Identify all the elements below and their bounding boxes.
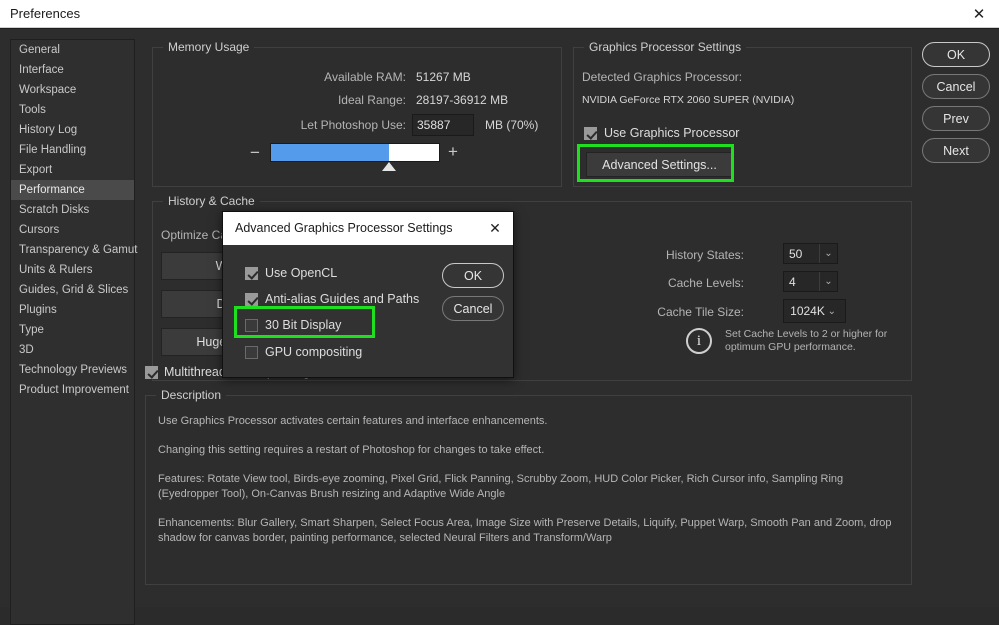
cache-info-line1: Set Cache Levels to 2 or higher for <box>725 328 887 340</box>
chevron-down-icon: ⌄ <box>819 244 837 263</box>
sidebar-item-scratch-disks[interactable]: Scratch Disks <box>11 200 134 220</box>
sidebar-item-transparency-gamut[interactable]: Transparency & Gamut <box>11 240 134 260</box>
description-paragraph-1: Use Graphics Processor activates certain… <box>158 414 898 429</box>
next-button[interactable]: Next <box>922 138 990 163</box>
cache-levels-dropdown[interactable]: 4 ⌄ <box>783 271 838 292</box>
ideal-range-label: Ideal Range: <box>153 93 406 107</box>
let-photoshop-use-label: Let Photoshop Use: <box>153 118 406 132</box>
info-icon: i <box>686 328 712 354</box>
cache-tile-size-value: 1024K <box>790 304 825 318</box>
sidebar-item-interface[interactable]: Interface <box>11 60 134 80</box>
sidebar-item-product-improvement[interactable]: Product Improvement <box>11 380 134 400</box>
sidebar-item-technology-previews[interactable]: Technology Previews <box>11 360 134 380</box>
cache-tile-size-label: Cache Tile Size: <box>593 305 744 319</box>
advanced-graphics-dialog: Advanced Graphics Processor Settings ✕ U… <box>222 211 514 378</box>
sidebar-item-performance[interactable]: Performance <box>11 180 134 200</box>
cache-info-line2: optimum GPU performance. <box>725 341 856 353</box>
dialog-close-icon[interactable]: ✕ <box>484 218 506 238</box>
window-titlebar: Preferences ✕ <box>0 0 999 28</box>
memory-slider-fill <box>271 144 389 161</box>
memory-slider-thumb[interactable] <box>382 162 396 171</box>
sidebar-item-units-rulers[interactable]: Units & Rulers <box>11 260 134 280</box>
memory-amount-input[interactable]: 35887 <box>412 114 474 136</box>
dialog-titlebar: Advanced Graphics Processor Settings ✕ <box>223 212 513 245</box>
history-states-value: 50 <box>784 247 819 261</box>
chevron-down-icon: ⌄ <box>825 300 839 322</box>
use-graphics-processor-label: Use Graphics Processor <box>604 126 739 140</box>
cache-tile-size-dropdown[interactable]: 1024K ⌄ <box>783 299 846 323</box>
ideal-range-value: 28197-36912 MB <box>416 93 508 107</box>
thirty-bit-display-checkbox[interactable] <box>245 319 258 332</box>
description-group: Description Use Graphics Processor activ… <box>145 395 912 585</box>
cache-levels-value: 4 <box>784 275 819 289</box>
history-states-dropdown[interactable]: 50 ⌄ <box>783 243 838 264</box>
memory-usage-label: Memory Usage <box>163 40 254 54</box>
dialog-body: Use OpenCL Anti-alias Guides and Paths 3… <box>223 245 513 379</box>
sidebar-item-guides-grid-slices[interactable]: Guides, Grid & Slices <box>11 280 134 300</box>
increase-memory-icon[interactable]: + <box>448 143 458 160</box>
memory-slider[interactable] <box>270 143 440 162</box>
advanced-settings-button[interactable]: Advanced Settings... <box>586 152 733 177</box>
window-title: Preferences <box>10 6 80 21</box>
prev-button[interactable]: Prev <box>922 106 990 131</box>
dialog-ok-button[interactable]: OK <box>442 263 504 288</box>
use-graphics-processor-checkbox[interactable] <box>584 127 597 140</box>
dialog-cancel-button[interactable]: Cancel <box>442 296 504 321</box>
decrease-memory-icon[interactable]: − <box>250 144 260 161</box>
cache-levels-label: Cache Levels: <box>593 276 744 290</box>
category-sidebar: GeneralInterfaceWorkspaceToolsHistory Lo… <box>10 39 135 625</box>
detected-gpu-value: NVIDIA GeForce RTX 2060 SUPER (NVIDIA) <box>582 94 794 106</box>
sidebar-item-cursors[interactable]: Cursors <box>11 220 134 240</box>
history-states-label: History States: <box>593 248 744 262</box>
graphics-processor-label: Graphics Processor Settings <box>584 40 746 54</box>
close-icon[interactable]: ✕ <box>967 3 991 25</box>
chevron-down-icon: ⌄ <box>819 272 837 291</box>
memory-percent-text: MB (70%) <box>485 118 538 132</box>
thirty-bit-display-label: 30 Bit Display <box>265 318 341 332</box>
ok-button[interactable]: OK <box>922 42 990 67</box>
sidebar-item-history-log[interactable]: History Log <box>11 120 134 140</box>
sidebar-item-file-handling[interactable]: File Handling <box>11 140 134 160</box>
description-paragraph-3: Features: Rotate View tool, Birds-eye zo… <box>158 472 898 502</box>
preferences-body: GeneralInterfaceWorkspaceToolsHistory Lo… <box>0 28 999 607</box>
sidebar-item-tools[interactable]: Tools <box>11 100 134 120</box>
sidebar-item-workspace[interactable]: Workspace <box>11 80 134 100</box>
description-label: Description <box>156 388 226 402</box>
memory-usage-group: Memory Usage Available RAM: 51267 MB Ide… <box>152 47 562 187</box>
gpu-compositing-checkbox[interactable] <box>245 346 258 359</box>
sidebar-item-3d[interactable]: 3D <box>11 340 134 360</box>
gpu-compositing-label: GPU compositing <box>265 345 362 359</box>
description-paragraph-2: Changing this setting requires a restart… <box>158 443 898 458</box>
cancel-button[interactable]: Cancel <box>922 74 990 99</box>
graphics-processor-group: Graphics Processor Settings Detected Gra… <box>573 47 912 187</box>
dialog-title: Advanced Graphics Processor Settings <box>235 221 452 235</box>
history-cache-label: History & Cache <box>163 194 260 208</box>
available-ram-label: Available RAM: <box>153 70 406 84</box>
multithreaded-compositing-checkbox[interactable] <box>145 366 158 379</box>
sidebar-item-type[interactable]: Type <box>11 320 134 340</box>
detected-gpu-label: Detected Graphics Processor: <box>582 70 742 84</box>
anti-alias-guides-checkbox[interactable] <box>245 293 258 306</box>
sidebar-item-export[interactable]: Export <box>11 160 134 180</box>
description-paragraph-4: Enhancements: Blur Gallery, Smart Sharpe… <box>158 516 898 546</box>
use-opencl-label: Use OpenCL <box>265 266 337 280</box>
sidebar-item-plugins[interactable]: Plugins <box>11 300 134 320</box>
anti-alias-guides-label: Anti-alias Guides and Paths <box>265 292 419 306</box>
use-opencl-checkbox[interactable] <box>245 267 258 280</box>
available-ram-value: 51267 MB <box>416 70 471 84</box>
sidebar-item-general[interactable]: General <box>11 40 134 60</box>
